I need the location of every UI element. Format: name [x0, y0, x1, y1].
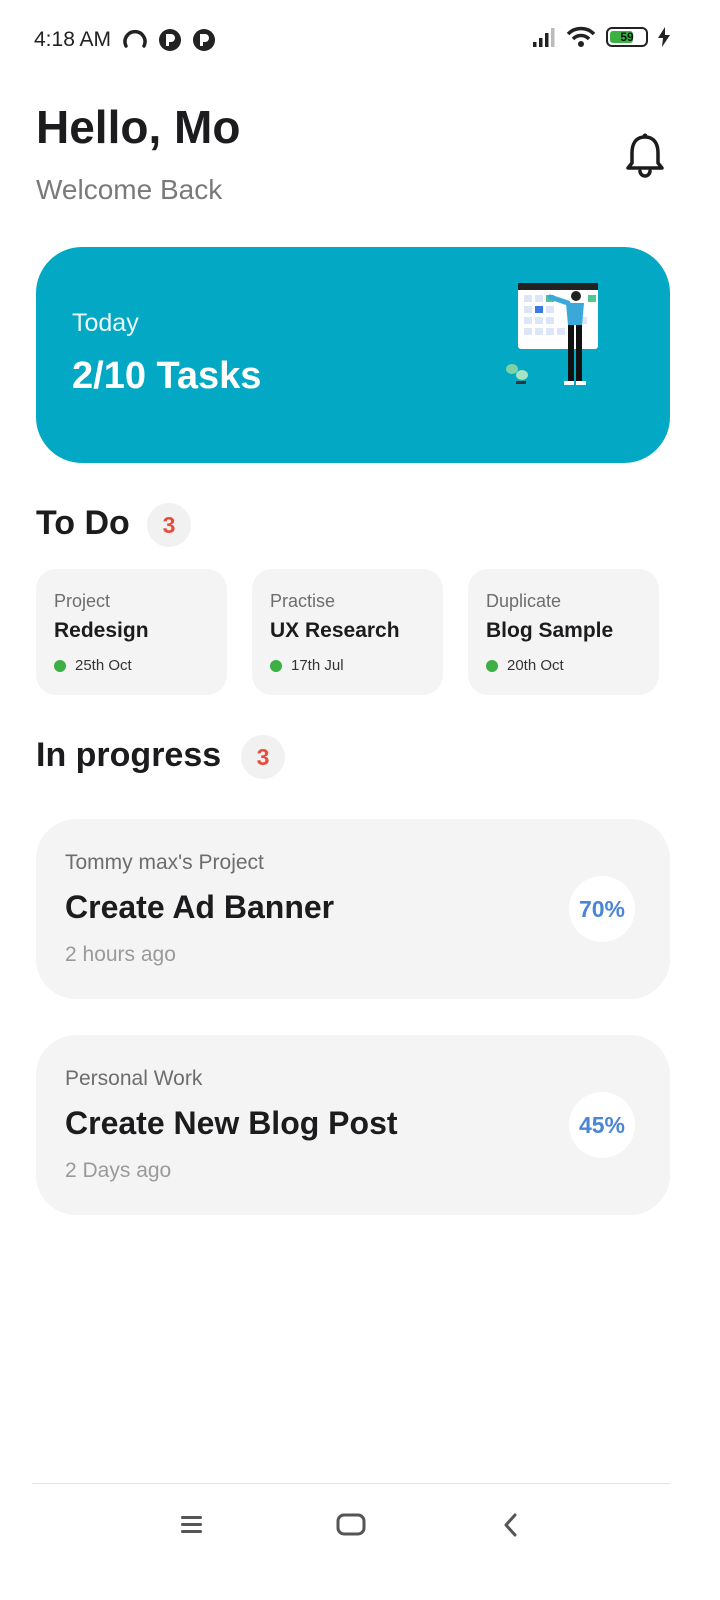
today-task-count: 2/10 Tasks	[72, 355, 262, 397]
todo-list: Project Redesign 25th Oct Practise UX Re…	[36, 569, 684, 695]
todo-date: 20th Oct	[507, 657, 564, 674]
progress-time: 2 Days ago	[65, 1159, 172, 1182]
todo-title: Redesign	[54, 619, 149, 642]
progress-title: Create New Blog Post	[65, 1105, 398, 1141]
status-time: 4:18 AM	[34, 28, 112, 51]
todo-date: 17th Jul	[291, 657, 344, 674]
status-dot-icon	[486, 659, 498, 672]
progress-percent: 45%	[569, 1092, 635, 1158]
bell-icon[interactable]	[624, 132, 666, 178]
progress-card[interactable]: Personal Work Create New Blog Post 2 Day…	[36, 1035, 670, 1215]
loading-icon	[123, 29, 147, 48]
app-notification-icon	[159, 29, 181, 51]
todo-category: Practise	[270, 591, 336, 611]
greeting-subtitle: Welcome Back	[36, 174, 223, 205]
todo-date: 25th Oct	[75, 657, 132, 674]
status-dot-icon	[270, 659, 282, 672]
battery-icon: 59	[606, 27, 648, 47]
progress-time: 2 hours ago	[65, 943, 176, 966]
progress-project: Personal Work	[65, 1067, 203, 1090]
todo-category: Duplicate	[486, 591, 562, 611]
todo-date-row: 20th Oct	[486, 657, 564, 674]
todo-date-row: 25th Oct	[54, 657, 132, 674]
today-label: Today	[72, 309, 139, 337]
todo-card[interactable]: Practise UX Research 17th Jul	[252, 569, 443, 695]
todo-count-badge: 3	[147, 503, 191, 547]
today-summary-card[interactable]: Today 2/10 Tasks	[36, 247, 670, 463]
status-system-icons: 59	[532, 26, 670, 48]
signal-icon	[533, 28, 555, 47]
system-nav-bar	[0, 1484, 720, 1600]
status-notification-icons	[122, 28, 216, 54]
status-bar: 4:18 AM 59	[0, 0, 720, 80]
in-progress-count-badge: 3	[241, 735, 285, 779]
progress-percent: 70%	[569, 876, 635, 942]
progress-project: Tommy max's Project	[65, 851, 264, 874]
progress-title: Create Ad Banner	[65, 889, 335, 925]
todo-category: Project	[54, 591, 111, 611]
in-progress-section-title: In progress	[36, 736, 222, 774]
todo-card[interactable]: Duplicate Blog Sample 20th Oct	[468, 569, 659, 695]
progress-card[interactable]: Tommy max's Project Create Ad Banner 2 h…	[36, 819, 670, 999]
status-dot-icon	[54, 659, 66, 672]
charging-icon	[658, 27, 670, 47]
app-notification-icon	[193, 29, 215, 51]
todo-section-title: To Do	[36, 504, 130, 542]
person-calendar-illustration	[506, 283, 598, 385]
todo-date-row: 17th Jul	[270, 657, 344, 674]
home-icon[interactable]	[326, 1510, 376, 1540]
menu-icon[interactable]	[166, 1510, 216, 1540]
todo-title: UX Research	[270, 619, 400, 642]
greeting-title: Hello, Mo	[36, 101, 241, 153]
wifi-icon	[566, 26, 596, 47]
battery-level: 59	[620, 30, 634, 44]
back-icon[interactable]	[486, 1510, 536, 1540]
todo-title: Blog Sample	[486, 619, 614, 642]
todo-card[interactable]: Project Redesign 25th Oct	[36, 569, 227, 695]
